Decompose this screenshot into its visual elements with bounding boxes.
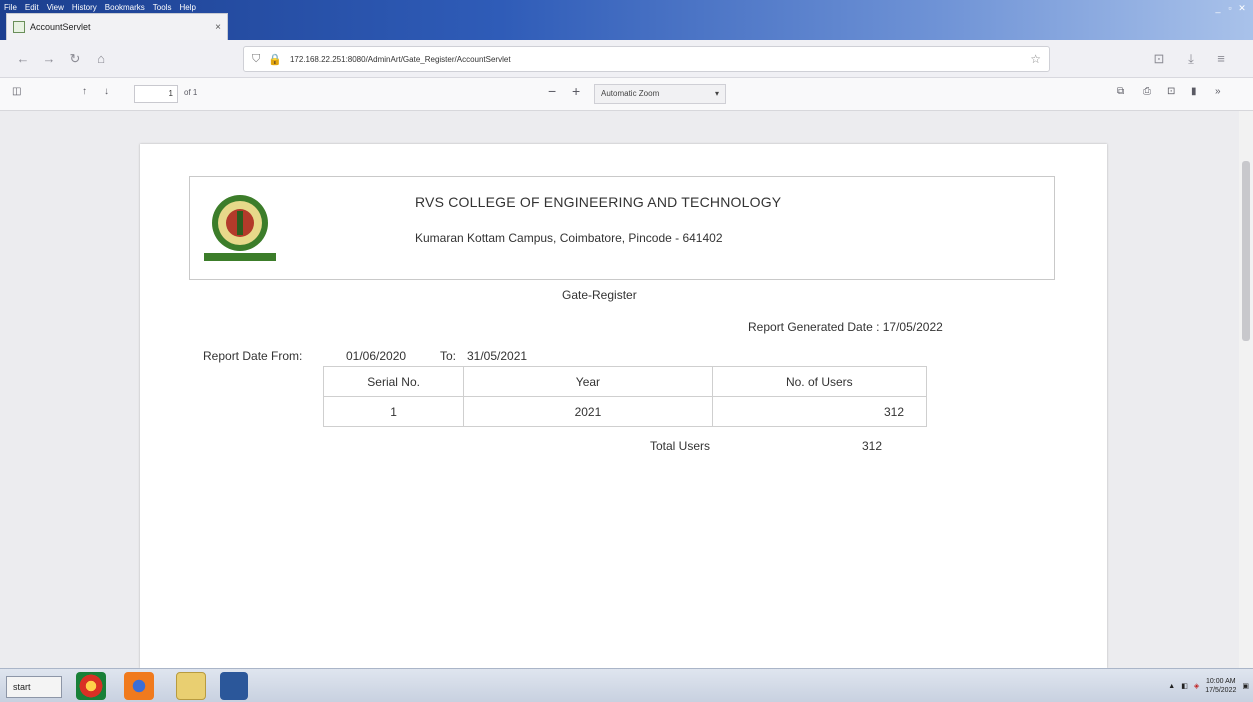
date-from: 01/06/2020 [346,349,407,363]
college-address: Kumaran Kottam Campus, Coimbatore, Pinco… [415,231,723,245]
pdf-toolbar: ◫ ↑ ↓ 1 of 1 − + Automatic Zoom ▾ ⧉ ⎙ ⊡ … [0,78,1253,111]
to-label: To: [440,349,457,363]
table-row: 1 2021 312 [322,396,928,427]
taskbar: start ▲ ◧ ◈ 10:00 AM 17/5/2022 ▣ [0,668,1253,702]
bookmark-star-icon[interactable]: ☆ [1030,52,1041,66]
firefox-icon[interactable] [124,672,154,700]
report-header: RVS COLLEGE OF ENGINEERING AND TECHNOLOG… [189,176,1055,280]
college-logo-icon [204,195,276,261]
save-icon[interactable]: ⊡ [1167,86,1175,97]
zoom-value: Automatic Zoom [601,89,660,98]
window-controls: _ ▫ ✕ [1213,3,1247,13]
cell-year: 2021 [463,396,713,427]
table-header-row: Serial No. Year No. of Users [322,366,928,397]
minimize-button[interactable]: _ [1213,3,1223,13]
report-table: Serial No. Year No. of Users 1 2021 312 [322,366,928,427]
home-button[interactable]: ⌂ [92,50,110,68]
maximize-button[interactable]: ▫ [1225,3,1235,13]
scrollbar-thumb[interactable] [1242,161,1250,341]
header-no-of-users: No. of Users [711,366,928,397]
presentation-mode-icon[interactable]: ⧉ [1117,86,1124,97]
print-icon[interactable]: ⎙ [1143,86,1151,97]
tab-close-button[interactable]: × [215,22,221,33]
cell-serial: 1 [322,396,465,427]
total-users-label: Total Users [650,439,711,453]
zoom-out-button[interactable]: − [548,83,556,99]
pocket-icon[interactable]: ⊡ [1150,50,1168,68]
header-year: Year [463,366,713,397]
report-generated-date: Report Generated Date : 17/05/2022 [748,320,943,334]
shield-icon[interactable]: ⛉ [252,53,260,66]
tray-date: 17/5/2022 [1205,687,1237,694]
tray-clock[interactable]: 10:00 AM 17/5/2022 [1205,677,1236,695]
date-to: 31/05/2021 [467,349,528,363]
date-range-label: Report Date From: [203,349,303,363]
lock-icon[interactable]: 🔒 [268,53,282,66]
show-desktop-icon[interactable]: ▣ [1242,682,1249,690]
forward-button[interactable]: → [40,50,58,68]
page-favicon-icon [13,21,25,33]
page-number-input[interactable]: 1 [134,85,178,103]
title-bar: File Edit View History Bookmarks Tools H… [0,0,1253,40]
url-text[interactable]: 172.168.22.251:8080/AdminArt/Gate_Regist… [290,55,511,64]
close-window-button[interactable]: ✕ [1237,3,1247,13]
vertical-scrollbar[interactable] [1239,111,1253,668]
zoom-select[interactable]: Automatic Zoom ▾ [594,84,726,104]
zoom-in-button[interactable]: + [572,83,580,99]
chrome-icon[interactable] [76,672,106,700]
next-page-button[interactable]: ↓ [104,86,109,97]
tray-network-icon[interactable]: ▲ [1168,683,1175,690]
tray-time: 10:00 AM [1206,678,1236,685]
chevron-down-icon: ▾ [714,89,719,98]
pdf-page: RVS COLLEGE OF ENGINEERING AND TECHNOLOG… [140,144,1107,668]
report-title: Gate-Register [562,288,637,302]
reload-button[interactable]: ↻ [66,50,84,68]
tray-volume-icon[interactable]: ◧ [1181,682,1188,690]
app-menu-icon[interactable]: ≡ [1212,50,1230,68]
navigation-bar: ← → ↻ ⌂ ⛉ 🔒 172.168.22.251:8080/AdminArt… [0,40,1253,78]
more-tools-icon[interactable]: » [1215,86,1221,97]
tray-pdf-icon[interactable]: ◈ [1194,682,1199,690]
url-bar[interactable]: ⛉ 🔒 172.168.22.251:8080/AdminArt/Gate_Re… [243,46,1050,72]
tab-account-servlet[interactable]: AccountServlet × [6,13,228,40]
folder-icon[interactable] [176,672,206,700]
start-button[interactable]: start [6,676,62,698]
download-icon[interactable]: ⤓ [1182,50,1200,68]
cell-users: 312 [711,396,928,427]
page-count: of 1 [184,88,198,97]
word-icon[interactable] [220,672,248,700]
pdf-viewer[interactable]: RVS COLLEGE OF ENGINEERING AND TECHNOLOG… [0,111,1253,668]
tab-title: AccountServlet [30,22,91,32]
header-serial-no: Serial No. [322,366,465,397]
system-tray: ▲ ◧ ◈ 10:00 AM 17/5/2022 ▣ [1168,674,1249,698]
college-name: RVS COLLEGE OF ENGINEERING AND TECHNOLOG… [415,194,782,210]
total-users-value: 312 [862,439,883,453]
bookmark-icon[interactable]: ▮ [1191,86,1197,97]
sidebar-toggle-icon[interactable]: ◫ [12,86,21,97]
back-button[interactable]: ← [14,50,32,68]
previous-page-button[interactable]: ↑ [82,86,87,97]
